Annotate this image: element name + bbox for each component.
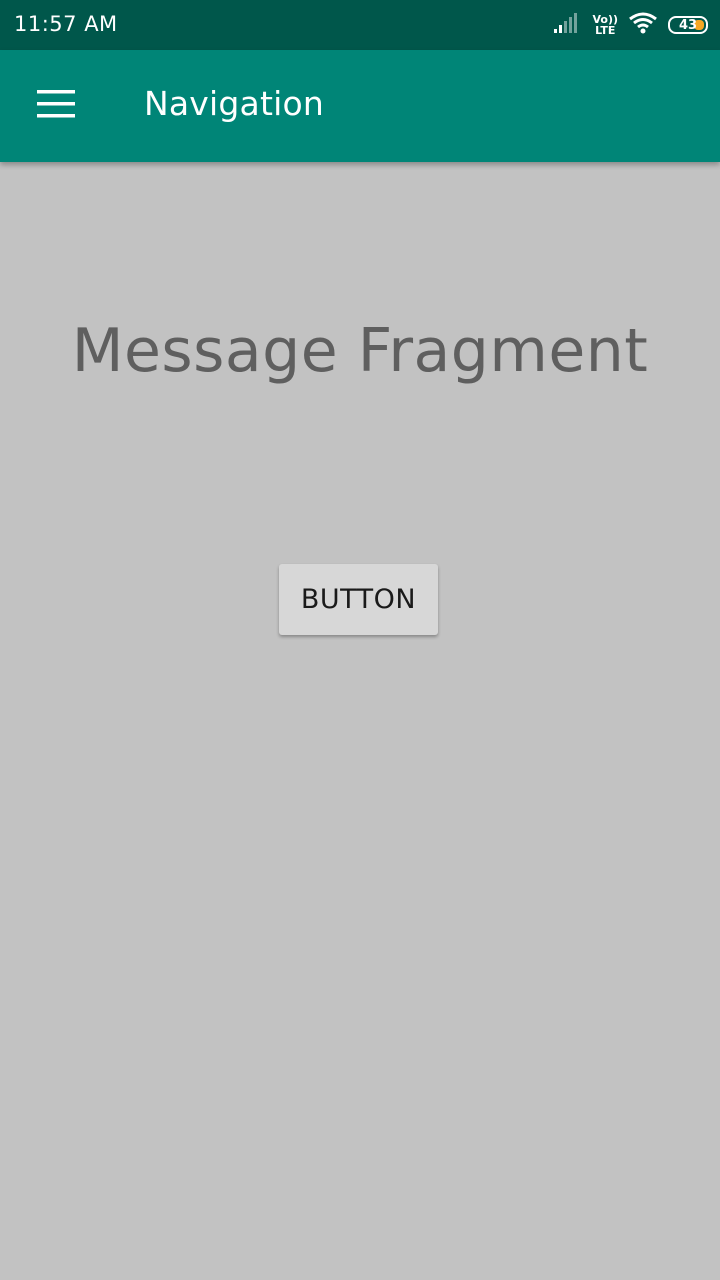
fragment-button[interactable]: BUTTON	[279, 564, 438, 635]
signal-icon	[554, 12, 582, 38]
status-bar: 11:57 AM Vo)) LTE 43	[0, 0, 720, 50]
fragment-title: Message Fragment	[71, 316, 649, 386]
status-icons: Vo)) LTE 43	[554, 10, 708, 40]
app-bar: Navigation	[0, 50, 720, 162]
app-title: Navigation	[144, 84, 324, 123]
wifi-icon	[628, 11, 658, 39]
volte-bottom-label: LTE	[595, 24, 616, 37]
volte-icon: Vo)) LTE	[592, 14, 618, 36]
battery-level: 43	[678, 17, 698, 33]
battery-icon: 43	[668, 16, 708, 34]
hamburger-menu-button[interactable]	[26, 76, 86, 136]
message-fragment: Message Fragment BUTTON	[0, 162, 720, 1280]
status-time: 11:57 AM	[14, 12, 118, 36]
hamburger-menu-icon	[37, 90, 75, 122]
